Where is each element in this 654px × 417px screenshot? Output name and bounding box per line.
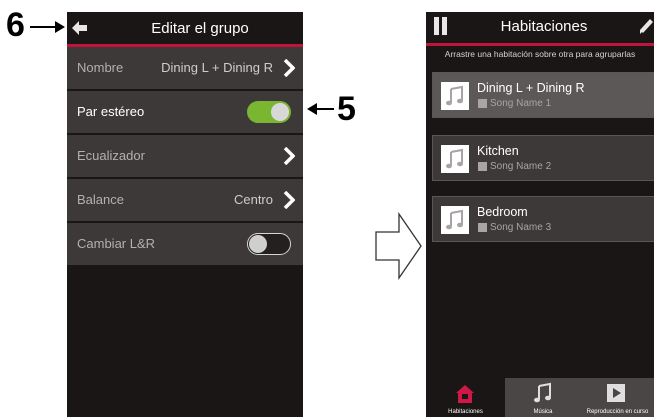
song-indicator-icon [478,162,487,171]
song-name: Song Name 1 [490,98,552,109]
tab-now-playing-label: Reproducción en curso [586,409,649,415]
chevron-right-icon [283,58,296,82]
balance-row[interactable]: Balance Centro [67,179,303,221]
song-indicator-icon [478,99,487,108]
edit-pencil-icon[interactable] [640,18,654,39]
name-row[interactable]: Nombre Dining L + Dining R [67,47,303,89]
toggle-knob [271,103,289,121]
song-name: Song Name 3 [490,222,552,233]
room-name: Dining L + Dining R [477,81,585,95]
tab-rooms[interactable]: Habitaciones [426,378,505,417]
balance-label: Balance [77,192,124,207]
edit-group-screen: Editar el grupo Nombre Dining L + Dining… [67,12,303,417]
album-thumbnail [441,206,469,234]
tab-music[interactable]: Música [505,378,581,417]
music-note-icon [446,209,463,230]
swap-lr-label: Cambiar L&R [77,236,156,251]
header-divider [426,43,654,46]
transition-arrow-icon [375,211,423,285]
name-label: Nombre [77,60,124,75]
page-title: Editar el grupo [151,20,249,37]
song-name: Song Name 2 [490,161,552,172]
callout-arrow-back [30,26,56,28]
chevron-right-icon [283,146,296,170]
album-thumbnail [441,82,469,110]
tab-music-label: Música [533,409,553,415]
room-item[interactable]: Bedroom Song Name 3 [432,196,654,242]
drag-hint: Arrastre una habitación sobre otra para … [444,49,636,59]
room-item[interactable]: Dining L + Dining R Song Name 1 [432,72,654,118]
edit-group-header: Editar el grupo [67,12,303,44]
room-name: Bedroom [477,205,528,219]
callout-arrow-toggle [316,108,334,110]
equalizer-row[interactable]: Ecualizador [67,135,303,177]
song-indicator-icon [478,223,487,232]
room-name: Kitchen [477,144,519,158]
home-icon [455,384,475,409]
toggle-knob [249,235,267,253]
callout-number-back: 6 [6,6,25,44]
stereo-pair-row: Par estéreo [67,91,303,133]
album-thumbnail [441,145,469,173]
callout-number-toggle: 5 [337,90,356,128]
stereo-pair-label: Par estéreo [77,104,145,119]
bottom-tab-bar: Habitaciones Música Reproducción en curs… [426,378,654,417]
chevron-right-icon [283,190,296,214]
music-note-icon [446,85,463,106]
room-item[interactable]: Kitchen Song Name 2 [432,135,654,181]
music-note-icon [533,382,553,409]
name-value: Dining L + Dining R [161,60,273,75]
rooms-header: Habitaciones [426,12,654,43]
stereo-pair-toggle[interactable] [247,101,291,123]
music-note-icon [446,148,463,169]
swap-lr-toggle[interactable] [247,233,291,255]
swap-lr-row: Cambiar L&R [67,223,303,265]
tab-now-playing[interactable]: Reproducción en curso [581,378,654,417]
rooms-screen: Habitaciones Arrastre una habitación sob… [426,12,654,417]
play-icon [606,383,626,408]
equalizer-label: Ecualizador [77,148,145,163]
tab-rooms-label: Habitaciones [448,409,483,415]
rooms-title: Habitaciones [500,18,588,35]
callout-arrowhead-back [55,21,65,33]
balance-value: Centro [233,192,273,207]
